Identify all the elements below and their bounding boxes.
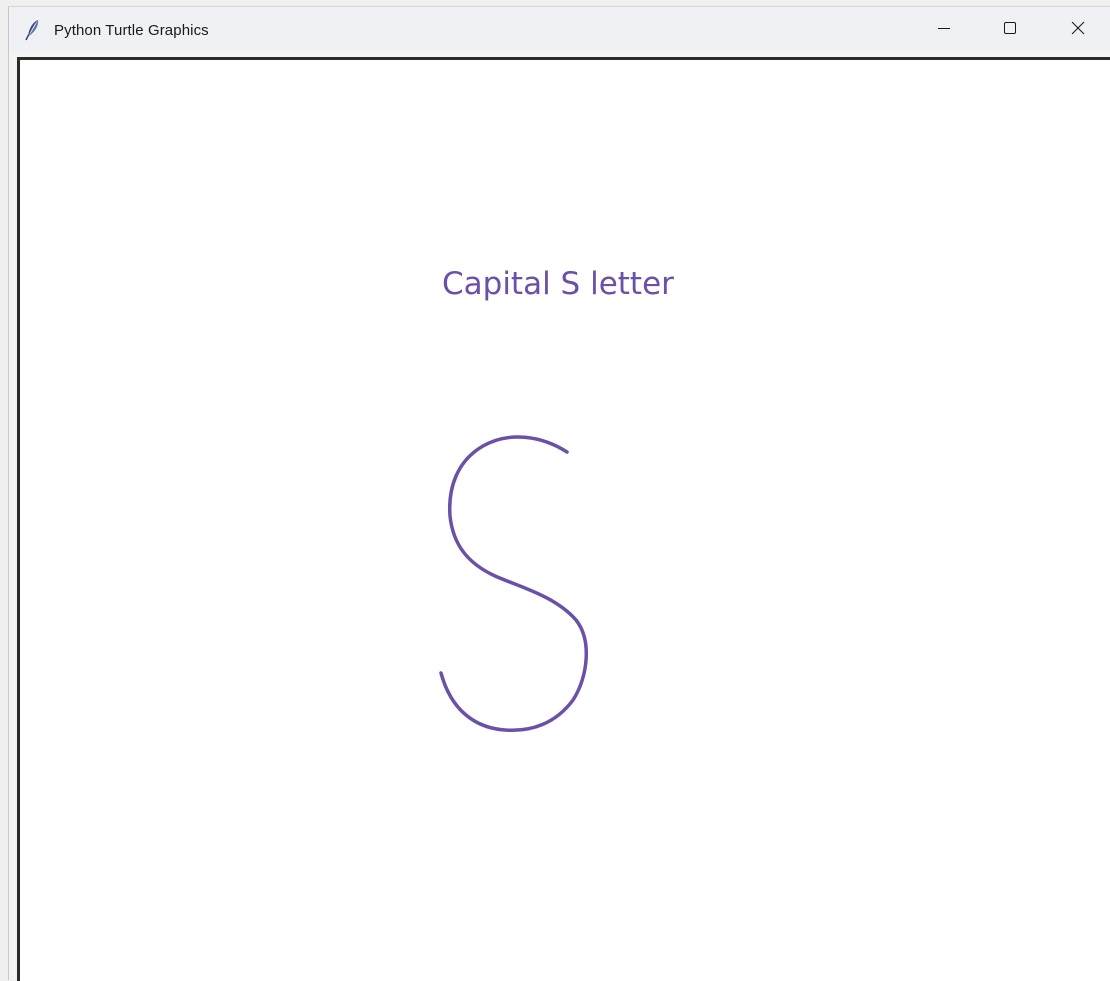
feather-icon (24, 19, 42, 41)
minimize-icon (937, 21, 951, 40)
turtle-canvas[interactable]: Capital S letter (17, 57, 1110, 981)
drawing-layer (439, 435, 588, 733)
window-title: Python Turtle Graphics (54, 22, 209, 39)
title-bar[interactable]: Python Turtle Graphics (9, 7, 1110, 53)
minimize-button[interactable] (911, 7, 977, 53)
turtle-s-stroke (439, 435, 588, 733)
turtle-window: Python Turtle Graphics Capital S letter (8, 6, 1110, 981)
maximize-button[interactable] (977, 7, 1043, 53)
close-button[interactable] (1045, 7, 1110, 53)
maximize-icon (1003, 21, 1017, 40)
close-icon (1070, 20, 1086, 41)
